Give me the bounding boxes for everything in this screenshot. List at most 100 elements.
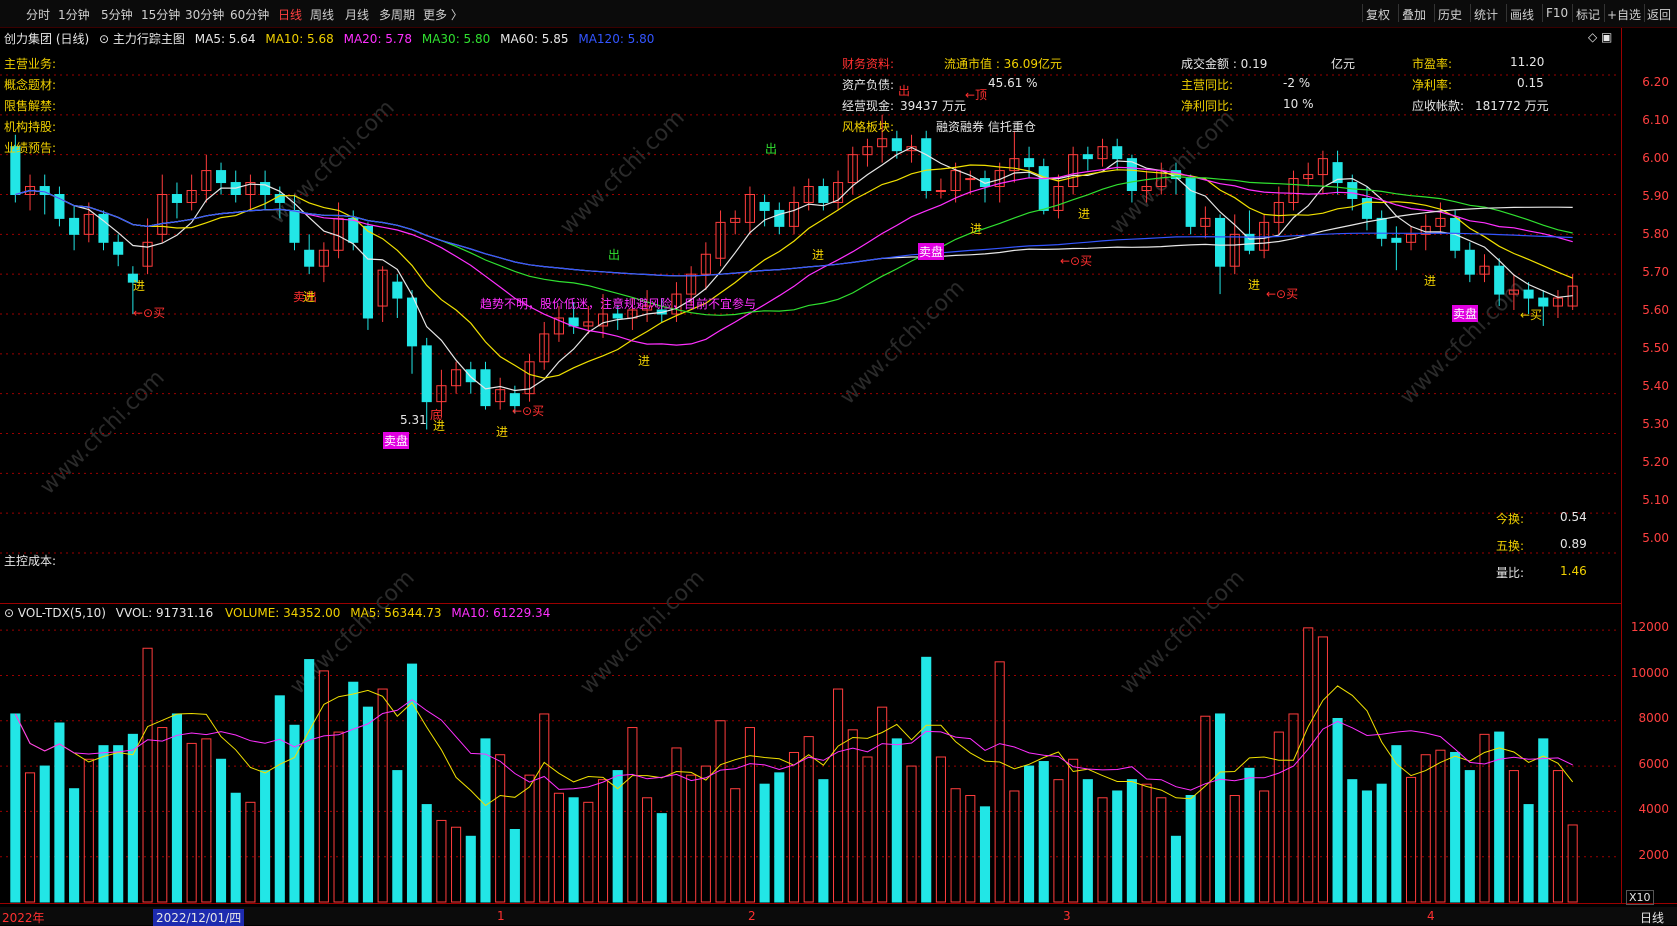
volume-bar-down <box>421 804 432 903</box>
history-button[interactable]: 历史 <box>1438 6 1462 23</box>
volume-bar-down <box>612 770 623 903</box>
ma30-value: MA30: 5.80 <box>421 32 491 46</box>
signal-enter: 进 <box>1078 207 1091 221</box>
period-tab-more[interactable]: 更多 〉 <box>423 6 463 23</box>
volume-toggle-icon[interactable]: ⊙ <box>4 606 14 620</box>
period-tab-multi[interactable]: 多周期 <box>379 6 415 23</box>
time-axis: 2022年 2022/12/01/四 1 2 3 4 日线 <box>0 907 1677 926</box>
volume-bar-down <box>979 806 991 903</box>
price-chart[interactable] <box>0 28 1620 598</box>
low-price-label: 5.31 <box>400 413 427 427</box>
volume-chart[interactable] <box>0 604 1620 904</box>
volume-bar-down <box>260 770 271 903</box>
top-toolbar: 分时 1分钟 5分钟 15分钟 30分钟 60分钟 日线 周线 月线 多周期 更… <box>0 0 1677 28</box>
candle-down <box>891 138 902 152</box>
period-tab-15min[interactable]: 15分钟 <box>141 6 180 23</box>
f10-button[interactable]: F10 <box>1546 6 1568 20</box>
period-tab-daily[interactable]: 日线 <box>278 6 302 23</box>
volume-bar-up <box>451 826 462 903</box>
volume-bar-down <box>1024 765 1035 903</box>
profit-yoy-label: 净利同比: <box>1181 99 1234 113</box>
ma10-value: MA10: 5.68 <box>265 32 334 46</box>
volume-bar-up <box>935 756 946 903</box>
month-tick: 4 <box>1427 909 1435 923</box>
candle-down <box>1024 158 1035 168</box>
signal-buy: ←⊙买 <box>1060 254 1093 268</box>
price-tick: 5.80 <box>1642 227 1669 241</box>
volume-bar-up <box>1097 797 1108 903</box>
fin-title: 财务资料: <box>842 57 895 71</box>
volume-bar-down <box>480 738 491 903</box>
volume-bar-up <box>877 706 888 903</box>
volume-bar-up <box>333 731 344 903</box>
add-watchlist-button[interactable]: +自选 <box>1607 6 1641 23</box>
candle-down <box>1215 217 1226 267</box>
info-concept: 概念题材: <box>4 78 57 92</box>
stats-button[interactable]: 统计 <box>1474 6 1498 23</box>
net-margin-label: 净利率: <box>1412 78 1453 92</box>
volume-bar-down <box>465 835 476 903</box>
signal-enter: 进 <box>1248 278 1261 292</box>
volume-bar-up <box>524 774 535 903</box>
candle-down <box>1082 154 1093 160</box>
volume-bar-down <box>98 745 109 903</box>
volume-header: ⊙ VOL-TDX(5,10) VVOL: 91731.16 VOLUME: 3… <box>4 606 550 622</box>
candle-down <box>1347 182 1358 199</box>
volume-bar-down <box>568 797 579 903</box>
volume-bar-down <box>171 713 183 903</box>
mark-button[interactable]: 标记 <box>1576 6 1600 23</box>
volume-bar-up <box>1053 779 1064 903</box>
debt-value: 45.61 % <box>988 76 1038 90</box>
pane-settings-icon[interactable]: ◇ ▣ <box>1588 30 1612 44</box>
volume-bar-up <box>1317 636 1328 903</box>
volume-bar-up <box>201 738 212 903</box>
candle-down <box>612 313 623 319</box>
info-unlock: 限售解禁: <box>4 99 57 113</box>
style-value: 融资融券 信托重仓 <box>936 120 1036 134</box>
signal-enter: 进 <box>303 290 316 304</box>
period-tab-5min[interactable]: 5分钟 <box>101 6 133 23</box>
period-tab-60min[interactable]: 60分钟 <box>230 6 269 23</box>
five-turnover-label: 五换: <box>1496 539 1525 553</box>
signal-enter: 进 <box>812 248 825 262</box>
volume-bar-down <box>113 745 124 903</box>
volume-bar-down <box>818 779 829 903</box>
price-tick: 5.10 <box>1642 493 1669 507</box>
candle-down <box>1376 217 1387 239</box>
price-tick: 5.70 <box>1642 265 1669 279</box>
period-tab-weekly[interactable]: 周线 <box>310 6 334 23</box>
period-tab-1min[interactable]: 1分钟 <box>58 6 90 23</box>
volume-tick: 12000 <box>1630 620 1669 634</box>
overlay-button[interactable]: 叠加 <box>1402 6 1426 23</box>
month-tick: 1 <box>497 909 505 923</box>
draw-button[interactable]: 画线 <box>1510 6 1534 23</box>
volume-bar-up <box>157 727 168 903</box>
info-forecast: 业绩预告: <box>4 141 57 155</box>
signal-enter: 进 <box>1424 274 1437 288</box>
candle-down <box>1494 265 1505 295</box>
adjust-button[interactable]: 复权 <box>1366 6 1390 23</box>
vol-ma10-value: MA10: 61229.34 <box>451 606 551 620</box>
indicator-name[interactable]: 主力行踪主图 <box>113 32 185 46</box>
period-tab-realtime[interactable]: 分时 <box>26 6 50 23</box>
volume-bar-down <box>1347 779 1358 903</box>
volume-bar-up <box>583 801 594 903</box>
volume-bar-up <box>539 713 550 903</box>
candle-down <box>69 217 80 235</box>
volume-tick: 10000 <box>1630 666 1669 680</box>
volume-indicator-name[interactable]: VOL-TDX(5,10) <box>18 606 106 620</box>
month-tick: 3 <box>1063 909 1071 923</box>
volume-bar-down <box>1215 713 1226 903</box>
candle-down <box>348 217 359 243</box>
indicator-toggle-icon[interactable]: ⊙ <box>99 32 109 46</box>
stock-name[interactable]: 创力集团 (日线) <box>4 32 89 46</box>
period-tab-30min[interactable]: 30分钟 <box>185 6 224 23</box>
back-button[interactable]: 返回 <box>1647 6 1671 23</box>
candle-down <box>289 209 300 243</box>
period-tab-monthly[interactable]: 月线 <box>345 6 369 23</box>
volume-bar-up <box>862 756 873 903</box>
volume-bar-down <box>392 770 403 903</box>
signal-exit: 出 <box>608 248 621 262</box>
volume-bar-down <box>230 792 241 903</box>
volume-bar-up <box>627 727 638 903</box>
